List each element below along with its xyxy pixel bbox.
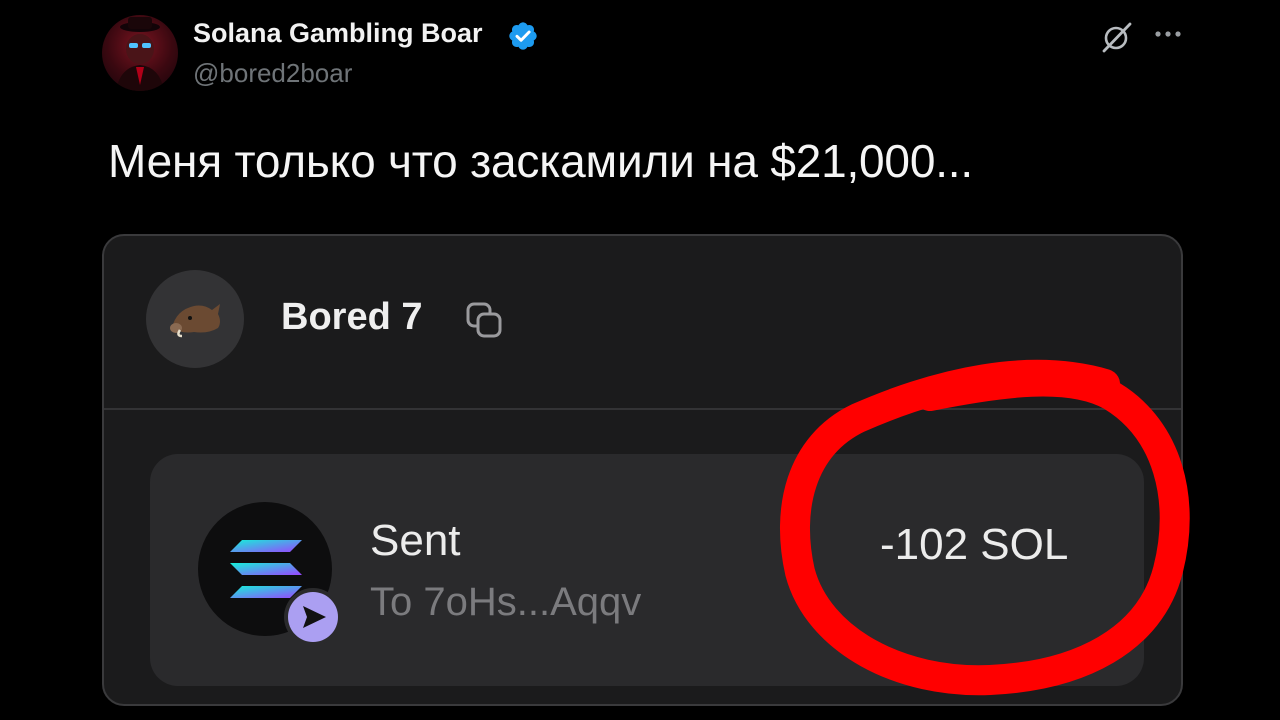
transaction-recipient: To 7oHs...Aqqv (370, 580, 642, 624)
transaction-row[interactable]: Sent To 7oHs...Aqqv -102 SOL (150, 454, 1144, 686)
avatar-image (116, 17, 164, 91)
post-text: Меня только что заскамили на $21,000... (108, 135, 973, 187)
wallet-name: Bored 7 (281, 296, 423, 338)
send-badge (284, 588, 342, 646)
copy-icon[interactable] (464, 300, 504, 340)
author-name[interactable]: Solana Gambling Boar (193, 18, 483, 49)
wallet-header: Bored 7 (104, 236, 1181, 410)
verified-badge-icon (507, 20, 539, 52)
media-card[interactable]: Bored 7 Sent To 7oHs...Aqqv -102 SOL (102, 234, 1183, 706)
author-handle[interactable]: @bored2boar (193, 58, 352, 89)
grok-icon[interactable] (1100, 20, 1134, 54)
boar-avatar (146, 270, 244, 368)
author-avatar[interactable] (102, 15, 178, 91)
transaction-type: Sent (370, 516, 461, 565)
more-options-icon[interactable] (1152, 22, 1184, 46)
boar-icon (170, 304, 220, 338)
transaction-amount: -102 SOL (880, 520, 1069, 569)
send-arrow-icon (288, 592, 338, 642)
